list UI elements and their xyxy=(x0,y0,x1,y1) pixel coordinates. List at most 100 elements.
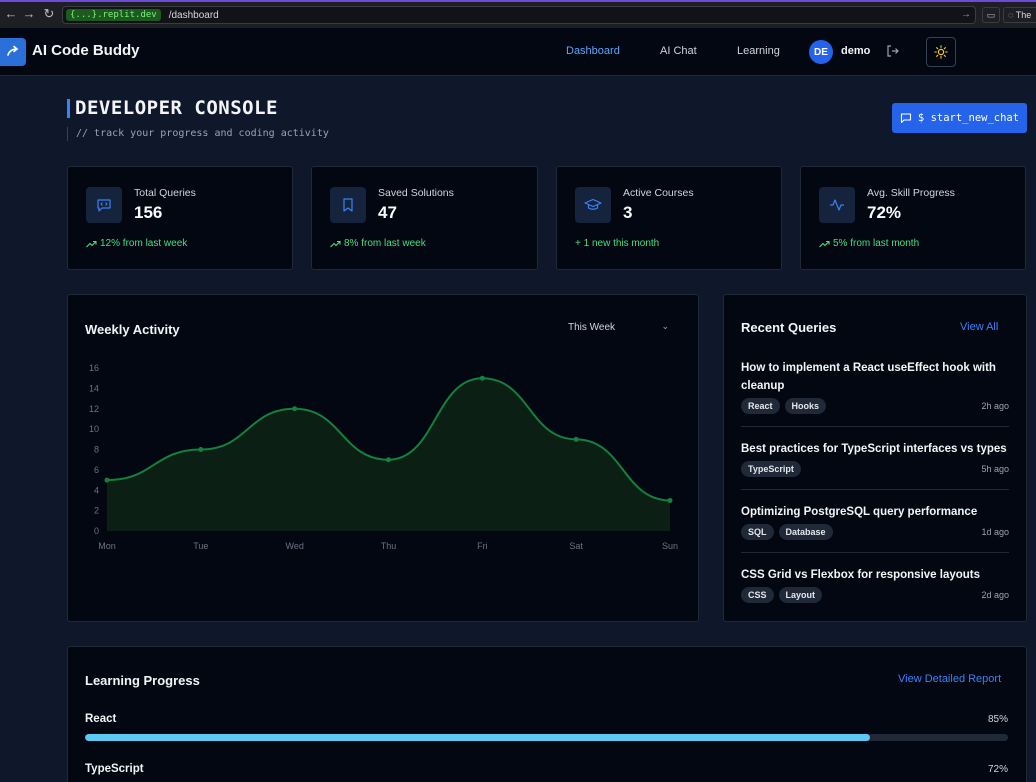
stat-value: 3 xyxy=(623,203,633,222)
data-point xyxy=(386,457,391,463)
page-subtitle: // track your progress and coding activi… xyxy=(76,128,329,139)
query-title: Best practices for TypeScript interfaces… xyxy=(741,443,1007,455)
query-item[interactable]: Optimizing PostgreSQL query performance … xyxy=(741,503,1009,540)
query-time: 1d ago xyxy=(981,527,1009,537)
y-tick-label: 4 xyxy=(94,485,99,495)
query-time: 2h ago xyxy=(981,401,1009,411)
progress-percent: 85% xyxy=(987,714,1008,725)
sun-icon xyxy=(934,45,948,59)
y-tick-label: 8 xyxy=(94,445,99,455)
divider xyxy=(741,489,1009,490)
theme-toggle-button[interactable] xyxy=(926,37,956,67)
x-tick-label: Thu xyxy=(381,541,397,551)
stat-icon-box xyxy=(819,187,855,223)
stat-value: 72% xyxy=(867,203,902,222)
activity-icon xyxy=(830,199,844,211)
avatar[interactable]: DE xyxy=(809,40,833,64)
username: demo xyxy=(841,45,871,57)
stat-change: 12% from last week xyxy=(86,238,187,249)
divider xyxy=(741,552,1009,553)
x-tick-label: Fri xyxy=(477,541,488,551)
stat-label: Total Queries xyxy=(134,187,196,199)
x-tick-label: Mon xyxy=(98,541,116,551)
stat-icon-box xyxy=(330,187,366,223)
code-chat-icon xyxy=(97,199,111,212)
view-all-link[interactable]: View All xyxy=(960,321,998,333)
y-tick-label: 16 xyxy=(89,363,99,373)
title-accent-bar xyxy=(67,99,70,118)
y-tick-label: 6 xyxy=(94,465,99,475)
query-tag: Layout xyxy=(778,587,823,603)
browser-tab[interactable]: ◌ The xyxy=(1003,7,1036,23)
go-arrow-icon[interactable]: → xyxy=(961,9,971,20)
logout-icon[interactable] xyxy=(886,42,900,60)
screen-icon[interactable]: ▭ xyxy=(982,7,1000,23)
query-tag: React xyxy=(741,398,780,414)
y-tick-label: 10 xyxy=(89,424,99,434)
weekly-activity-panel: Weekly Activity This Week ⌄ 0 2 4 6 8 10 12 14 1… xyxy=(67,294,699,622)
view-report-link[interactable]: View Detailed Report xyxy=(898,673,1001,685)
weekly-activity-chart: 0 2 4 6 8 10 12 14 16 Mon Tue Wed Thu Fri Sat Sun xyxy=(89,363,678,551)
trend-up-icon xyxy=(86,240,97,247)
trend-up-icon xyxy=(330,240,341,247)
stat-change: 8% from last week xyxy=(330,238,426,249)
nav-learning[interactable]: Learning xyxy=(737,45,780,57)
recent-queries-title: Recent Queries xyxy=(741,320,837,335)
y-tick-label: 12 xyxy=(89,404,99,414)
forward-arrow-icon[interactable]: → xyxy=(20,6,38,21)
y-tick-label: 14 xyxy=(89,383,99,393)
stat-change: + 1 new this month xyxy=(575,238,659,249)
new-chat-button[interactable]: $ start_new_chat xyxy=(892,103,1027,133)
data-point xyxy=(573,436,579,442)
query-time: 5h ago xyxy=(981,464,1009,474)
data-point xyxy=(479,375,485,381)
stat-card-skill-progress: Avg. Skill Progress 72% 5% from last mon… xyxy=(800,166,1026,270)
query-title: CSS Grid vs Flexbox for responsive layou… xyxy=(741,569,981,581)
new-chat-label: $ start_new_chat xyxy=(917,112,1020,124)
stat-value: 47 xyxy=(378,203,397,222)
subtitle-bar xyxy=(67,127,68,141)
stat-icon-box xyxy=(575,187,611,223)
url-path: /dashboard xyxy=(168,9,219,21)
query-item[interactable]: How to implement a React useEffect hook … xyxy=(741,359,1009,414)
learning-progress-panel: Learning Progress View Detailed Report R… xyxy=(67,646,1027,782)
query-title: How to implement a React useEffect hook … xyxy=(741,362,996,392)
learning-progress-title: Learning Progress xyxy=(85,673,200,688)
browser-tab-label: The xyxy=(1015,10,1032,20)
query-tag: CSS xyxy=(741,587,774,603)
stat-value: 156 xyxy=(134,203,163,222)
query-item[interactable]: Best practices for TypeScript interfaces… xyxy=(741,440,1009,477)
url-domain: {...}.replit.dev xyxy=(66,9,161,21)
stat-change-text: + 1 new this month xyxy=(575,238,660,249)
stat-change-text: 8% from last week xyxy=(344,238,426,249)
browser-toolbar: ← → ↻ {...}.replit.dev /dashboard → ▭ ◌ … xyxy=(0,0,1036,28)
stat-change-text: 5% from last month xyxy=(833,238,920,249)
divider xyxy=(741,426,1009,427)
x-tick-label: Wed xyxy=(285,541,303,551)
app-title: AI Code Buddy xyxy=(32,42,140,59)
data-point xyxy=(198,447,204,452)
stat-card-total-queries: Total Queries 156 12% from last week xyxy=(67,166,293,270)
progress-percent: 72% xyxy=(987,764,1008,775)
app-header: AI Code Buddy Dashboard AI Chat Learning… xyxy=(0,28,1036,76)
nav-ai-chat[interactable]: AI Chat xyxy=(660,45,697,57)
page-title: DEVELOPER CONSOLE xyxy=(75,97,278,119)
stat-label: Active Courses xyxy=(623,187,694,199)
stat-card-active-courses: Active Courses 3 + 1 new this month xyxy=(556,166,782,270)
nav-dashboard[interactable]: Dashboard xyxy=(566,45,620,57)
x-tick-label: Sat xyxy=(569,541,583,551)
back-arrow-icon[interactable]: ← xyxy=(2,6,20,21)
logo[interactable] xyxy=(0,38,26,66)
message-icon xyxy=(900,113,911,124)
stat-change: 5% from last month xyxy=(819,238,919,249)
query-tag: TypeScript xyxy=(741,461,801,477)
url-bar[interactable]: {...}.replit.dev /dashboard → xyxy=(62,6,976,24)
recent-queries-panel: Recent Queries View All How to implement… xyxy=(723,294,1027,622)
query-tag: Database xyxy=(778,524,833,540)
query-item[interactable]: CSS Grid vs Flexbox for responsive layou… xyxy=(741,566,1009,603)
reload-icon[interactable]: ↻ xyxy=(40,6,58,22)
stat-icon-box xyxy=(86,187,122,223)
y-tick-label: 0 xyxy=(94,526,99,536)
progress-label: React xyxy=(85,713,117,725)
query-title: Optimizing PostgreSQL query performance xyxy=(741,506,978,518)
